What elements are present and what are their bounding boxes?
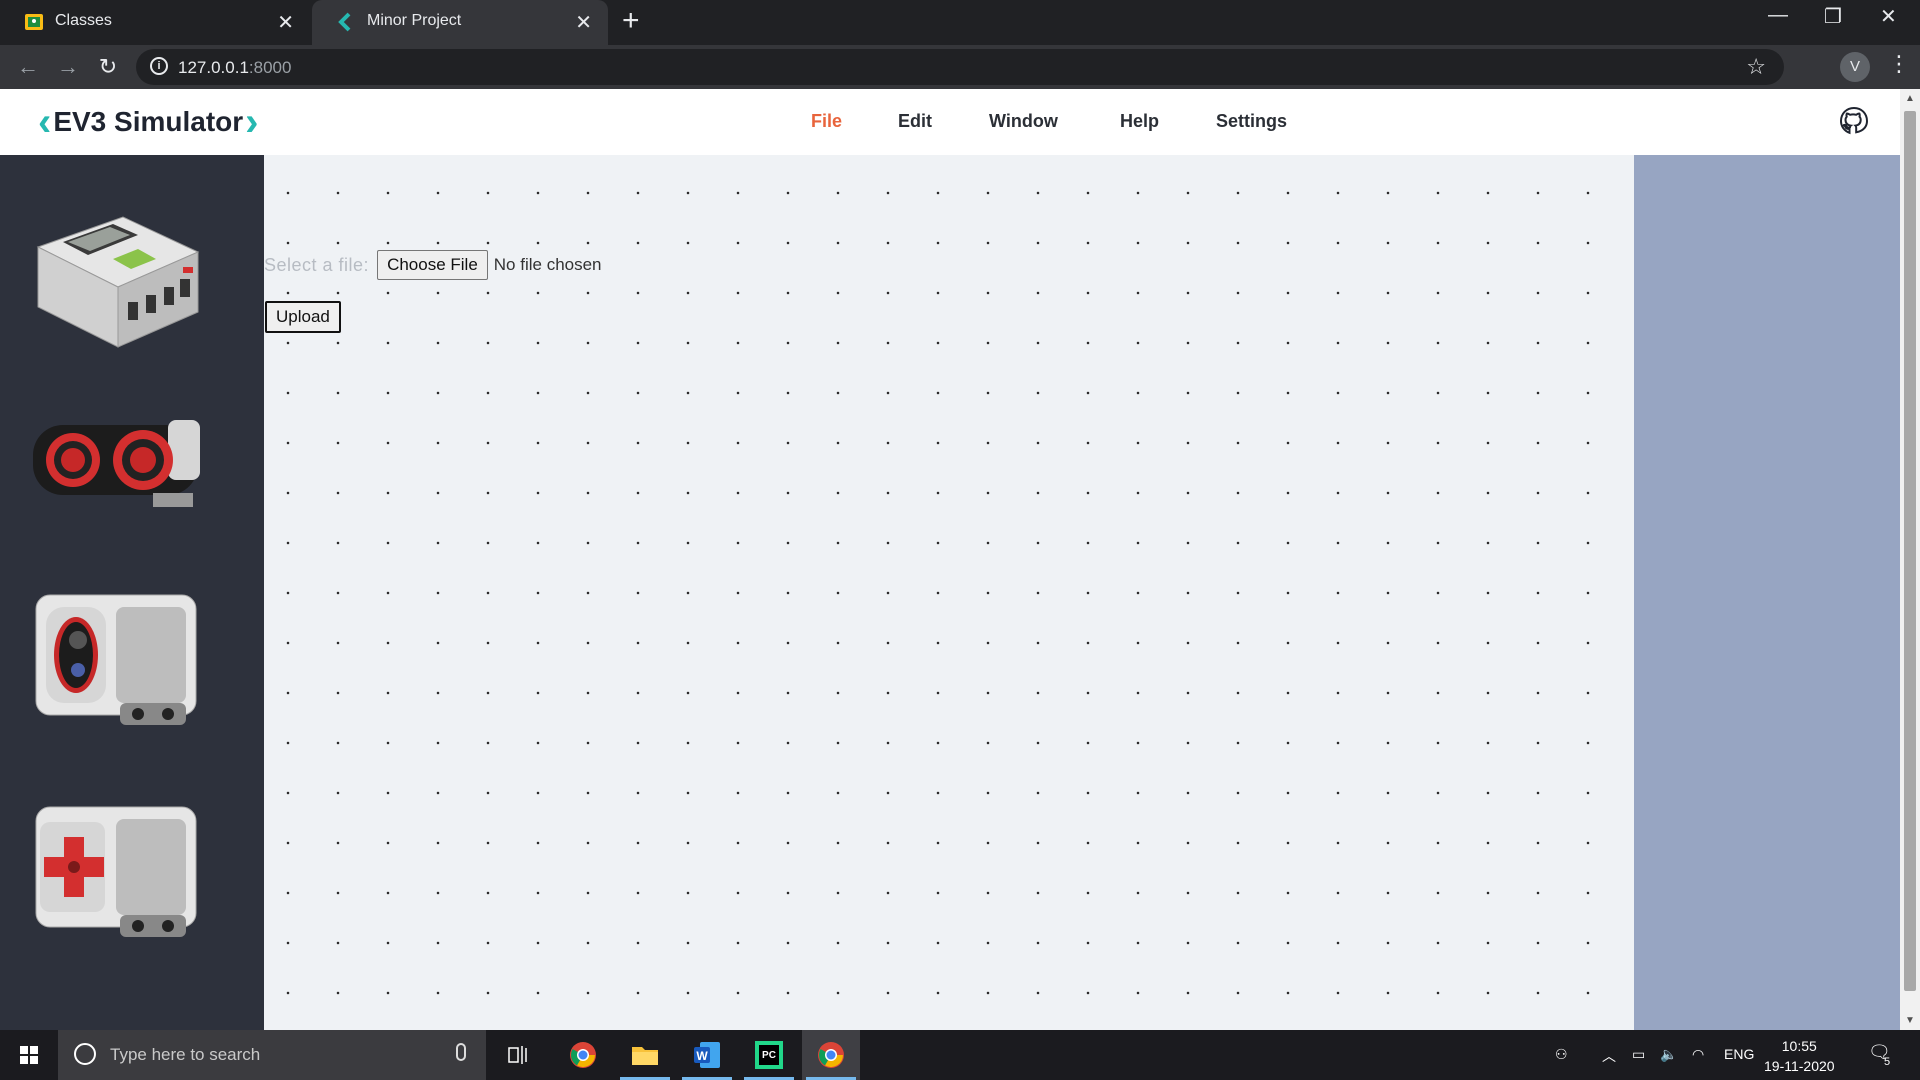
- app-logo[interactable]: ‹ EV3 Simulator ›: [38, 100, 259, 144]
- url-host: 127.0.0.1: [178, 58, 249, 77]
- clock-time: 10:55: [1781, 1038, 1817, 1054]
- site-info-icon[interactable]: i: [150, 57, 168, 75]
- menu-file[interactable]: File: [811, 111, 842, 132]
- menu-window[interactable]: Window: [989, 111, 1058, 132]
- microphone-icon[interactable]: [456, 1043, 466, 1061]
- upload-button[interactable]: Upload: [265, 301, 341, 333]
- reload-button[interactable]: ↻: [92, 51, 124, 83]
- url-text: 127.0.0.1:8000: [178, 58, 291, 78]
- show-hidden-icons-icon[interactable]: ︿: [1602, 1046, 1616, 1066]
- logo-left-chevron-icon: ‹: [38, 100, 52, 144]
- tab-title: Classes: [55, 12, 112, 29]
- volume-icon[interactable]: 🔈: [1660, 1046, 1677, 1063]
- chrome-taskbar-icon[interactable]: [554, 1030, 612, 1080]
- menu-settings[interactable]: Settings: [1216, 111, 1287, 132]
- ultrasonic-sensor-image[interactable]: [28, 405, 204, 515]
- page: ‹ EV3 Simulator › File Edit Window Help …: [0, 89, 1900, 1030]
- forward-button[interactable]: →: [52, 51, 84, 83]
- file-select-row: Select a file: Choose File No file chose…: [264, 250, 602, 280]
- taskbar-search-box[interactable]: Type here to search: [58, 1030, 486, 1080]
- profile-avatar[interactable]: V: [1840, 52, 1870, 82]
- word-taskbar-icon[interactable]: W: [678, 1030, 736, 1080]
- address-bar[interactable]: i 127.0.0.1:8000 ☆: [136, 49, 1784, 85]
- clock-date: 19-11-2020: [1764, 1058, 1835, 1074]
- new-tab-button[interactable]: +: [622, 6, 640, 36]
- menu-edit[interactable]: Edit: [898, 111, 932, 132]
- svg-text:W: W: [696, 1049, 708, 1063]
- scroll-down-icon[interactable]: ▼: [1905, 1015, 1915, 1026]
- classroom-icon: [25, 14, 43, 30]
- menu-help[interactable]: Help: [1120, 111, 1159, 132]
- task-view-icon[interactable]: [490, 1030, 548, 1080]
- windows-taskbar: Type here to search W PC ⚇ ︿ ▭ 🔈 ◠ ENG 1…: [0, 1030, 1920, 1080]
- notification-count: 5: [1884, 1056, 1891, 1068]
- scrollbar-thumb[interactable]: [1904, 111, 1916, 991]
- tab-minor-project[interactable]: Minor Project ✕: [312, 0, 608, 45]
- browser-menu-icon[interactable]: ⋮: [1888, 51, 1910, 77]
- file-select-label: Select a file:: [264, 254, 370, 275]
- tab-classes[interactable]: Classes ✕: [0, 0, 310, 45]
- pycharm-taskbar-icon[interactable]: PC: [740, 1030, 798, 1080]
- close-tab-icon[interactable]: ✕: [277, 10, 294, 35]
- file-explorer-taskbar-icon[interactable]: [616, 1030, 674, 1080]
- choose-file-button[interactable]: Choose File: [377, 250, 488, 280]
- windows-start-icon[interactable]: [0, 1030, 58, 1080]
- cortana-icon[interactable]: [74, 1043, 96, 1065]
- chrome-profile-taskbar-icon[interactable]: [802, 1030, 860, 1080]
- close-window-button[interactable]: ✕: [1880, 4, 1897, 29]
- people-icon[interactable]: ⚇: [1555, 1046, 1568, 1063]
- color-sensor-image[interactable]: [28, 585, 204, 735]
- wifi-icon[interactable]: ◠: [1692, 1046, 1704, 1063]
- workspace-canvas[interactable]: Select a file: Choose File No file chose…: [264, 155, 1634, 1030]
- minimize-window-button[interactable]: —: [1768, 4, 1788, 27]
- logo-right-chevron-icon: ›: [245, 100, 259, 144]
- language-indicator[interactable]: ENG: [1724, 1046, 1754, 1062]
- search-placeholder: Type here to search: [110, 1045, 261, 1064]
- chevron-left-icon: [338, 12, 351, 32]
- taskbar-clock[interactable]: 10:55 19-11-2020: [1764, 1036, 1835, 1076]
- app-header: ‹ EV3 Simulator › File Edit Window Help …: [0, 89, 1900, 155]
- bookmark-star-icon[interactable]: ☆: [1746, 54, 1766, 80]
- url-port: :8000: [248, 58, 292, 77]
- page-scrollbar[interactable]: ▲ ▼: [1900, 89, 1920, 1030]
- close-tab-icon[interactable]: ✕: [575, 10, 592, 35]
- tab-title: Minor Project: [367, 12, 462, 29]
- browser-toolbar: ← → ↻ i 127.0.0.1:8000 ☆ V ⋮: [0, 45, 1920, 89]
- back-button[interactable]: ←: [12, 51, 44, 83]
- github-icon[interactable]: [1838, 105, 1870, 137]
- browser-tabstrip: Classes ✕ Minor Project ✕ + — ❐ ✕: [0, 0, 1920, 45]
- logo-text: EV3 Simulator: [53, 106, 244, 137]
- scroll-up-icon[interactable]: ▲: [1905, 93, 1915, 104]
- restore-window-button[interactable]: ❐: [1824, 4, 1842, 29]
- touch-sensor-image[interactable]: [28, 797, 204, 947]
- right-panel: [1634, 155, 1900, 1030]
- parts-sidebar: [0, 155, 264, 1030]
- ev3-brick-image[interactable]: [28, 207, 204, 353]
- svg-text:PC: PC: [762, 1050, 776, 1061]
- file-status-text: No file chosen: [493, 255, 602, 274]
- battery-icon[interactable]: ▭: [1632, 1046, 1645, 1063]
